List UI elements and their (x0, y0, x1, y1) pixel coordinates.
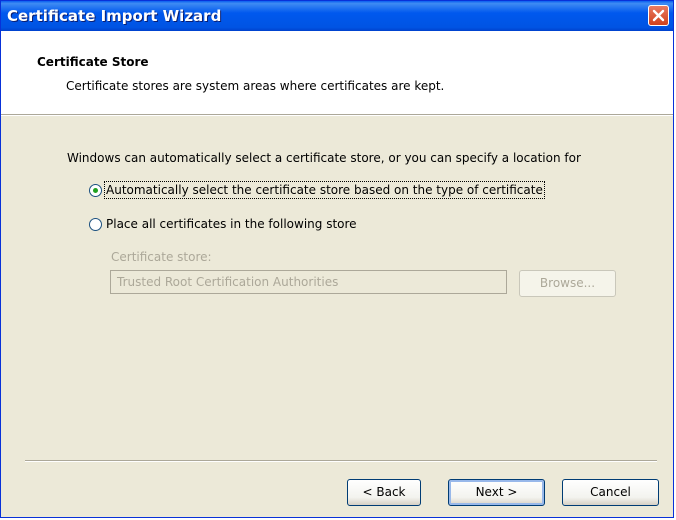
cancel-button[interactable]: Cancel (562, 479, 659, 506)
radio-auto-button[interactable] (89, 183, 102, 197)
certificate-store-field: Trusted Root Certification Authorities (110, 270, 507, 294)
next-button[interactable]: Next > (448, 479, 545, 506)
wizard-window: Certificate Import Wizard Certificate St… (0, 0, 674, 518)
radio-auto-label[interactable]: Automatically select the certificate sto… (104, 181, 545, 199)
footer-divider (25, 460, 657, 462)
wizard-header: Certificate Store Certificate stores are… (1, 31, 673, 115)
radio-place-in-store[interactable]: Place all certificates in the following … (89, 217, 357, 231)
back-button[interactable]: < Back (347, 479, 421, 506)
radio-auto-select[interactable]: Automatically select the certificate sto… (89, 181, 545, 199)
certificate-store-label: Certificate store: (111, 250, 212, 264)
title-bar[interactable]: Certificate Import Wizard (1, 1, 673, 31)
header-title: Certificate Store (37, 55, 149, 69)
header-divider (1, 114, 673, 116)
header-subtitle: Certificate stores are system areas wher… (66, 79, 445, 93)
close-button[interactable] (648, 5, 669, 26)
window-title: Certificate Import Wizard (7, 7, 222, 25)
radio-place-label[interactable]: Place all certificates in the following … (106, 217, 357, 231)
intro-text: Windows can automatically select a certi… (67, 151, 581, 165)
radio-place-button[interactable] (89, 217, 102, 231)
browse-button: Browse... (519, 270, 616, 297)
close-icon (652, 9, 665, 22)
